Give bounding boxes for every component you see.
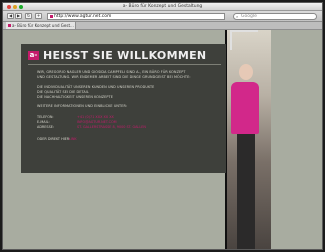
- plus-icon: +: [36, 13, 41, 18]
- tab-active[interactable]: a- Büro für Konzept und Gest...: [6, 22, 76, 29]
- phone-value[interactable]: +41 (0)71 XXX XX XX: [77, 115, 114, 120]
- back-button[interactable]: ◀: [7, 13, 14, 19]
- forward-icon: ▶: [16, 13, 21, 18]
- page-content: a- HEISST SIE WILLKOMMEN WIR, GREGORIO N…: [3, 30, 322, 249]
- logo: a-: [28, 51, 39, 60]
- favicon-icon: [49, 14, 53, 18]
- email-label: E-MAIL:: [37, 120, 50, 124]
- intro-line: WIR, GREGORIO NAGLER UND GIOSIDA CAMPFEL…: [37, 70, 186, 74]
- photo-frame-decoration: [230, 30, 258, 50]
- tab-favicon-icon: [7, 24, 11, 27]
- footer-link[interactable]: LINK: [69, 137, 77, 142]
- title-bar: a- Büro für Konzept und Gestaltung: [3, 3, 322, 11]
- address-bar[interactable]: http://www.agtur.net.com: [47, 12, 225, 20]
- browser-window: a- Büro für Konzept und Gestaltung ◀ ▶ ↻…: [2, 2, 323, 250]
- search-placeholder: Google: [241, 13, 257, 19]
- value-line: DIE NACHHALTIGKEIT UNSEREN KONZEPTE: [37, 95, 113, 99]
- welcome-panel: a- HEISST SIE WILLKOMMEN WIR, GREGORIO N…: [21, 44, 226, 173]
- window-title: a- Büro für Konzept und Gestaltung: [122, 4, 203, 9]
- toolbar: ◀ ▶ ↻ + http://www.agtur.net.com ⌕ Googl…: [3, 11, 322, 22]
- reload-icon: ↻: [26, 13, 31, 18]
- search-icon: ⌕: [236, 14, 239, 19]
- page-heading: HEISST SIE WILLKOMMEN: [43, 49, 207, 62]
- add-bookmark-button[interactable]: +: [35, 13, 42, 19]
- reload-button[interactable]: ↻: [25, 13, 32, 19]
- value-line: DIE QUALITÄT SEI DIE DETAIL: [37, 90, 89, 94]
- person-legs: [237, 134, 255, 249]
- more-info-text: WEITERE INFORMATIONEN UND EINBLICKE UNTE…: [37, 104, 128, 108]
- tab-bar: a- Büro für Konzept und Gest...: [3, 22, 322, 30]
- person-head: [239, 64, 253, 80]
- intro-line: UND GESTALTUNG. WIR ENDEMER ARBEIT SIND …: [37, 75, 191, 79]
- footer-text: ODER DIREKT HIER:: [37, 137, 71, 141]
- back-icon: ◀: [8, 13, 13, 18]
- search-input[interactable]: ⌕ Google: [233, 12, 317, 20]
- tab-label: a- Büro für Konzept und Gest...: [12, 23, 74, 28]
- phone-label: TELEFON:: [37, 115, 54, 119]
- heading-rule: [28, 64, 221, 65]
- person-shirt: [231, 82, 259, 134]
- value-line: DIE INDIVIDUALITÄT UNSEREN KUNDEN UND UN…: [37, 85, 155, 89]
- address-link[interactable]: ST. GALLERSTRASSE 8, 9000 ST. GALLEN: [77, 125, 146, 130]
- forward-button[interactable]: ▶: [15, 13, 22, 19]
- address-label: ADRESSE:: [37, 125, 55, 129]
- email-link[interactable]: INFO@AGTUR.NET.COM: [77, 120, 117, 125]
- hero-photo: [225, 30, 271, 249]
- address-text: http://www.agtur.net.com: [54, 13, 112, 19]
